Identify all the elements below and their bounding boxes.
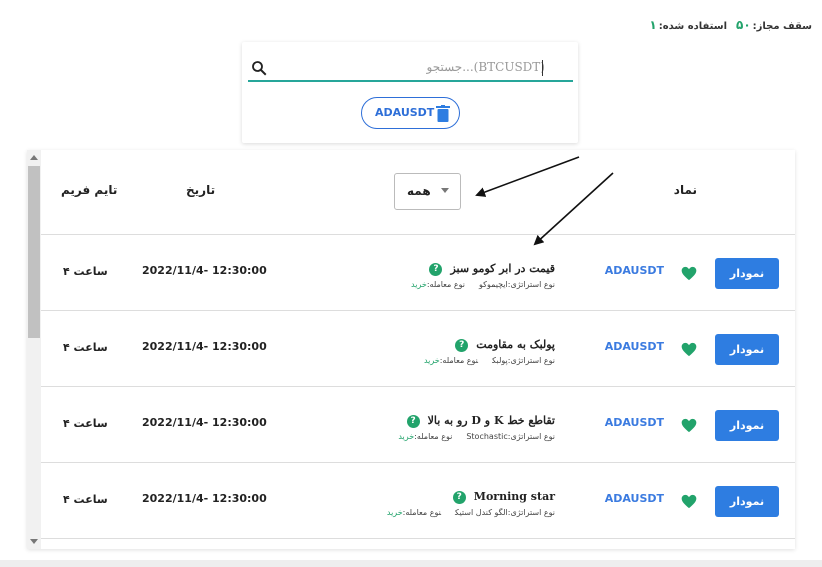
row-timeframe: ۴ ساعت bbox=[63, 265, 108, 278]
trade-type: خرید bbox=[386, 508, 403, 517]
row-timeframe: ۴ ساعت bbox=[63, 341, 108, 354]
quota-used-value: ۱ bbox=[649, 18, 657, 32]
signals-table-panel: تایم فریم تاریخ همه نماد ۴ ساعت 2022/11/… bbox=[27, 150, 795, 549]
selected-symbol-chip[interactable]: ADAUSDT bbox=[361, 97, 460, 129]
heart-icon[interactable] bbox=[681, 418, 697, 433]
trade-type-label: نوع معامله: bbox=[439, 356, 479, 365]
strategy-filter-select[interactable]: همه bbox=[394, 173, 461, 210]
row-symbol-link[interactable]: ADAUSDT bbox=[605, 264, 664, 277]
row-date: 2022/11/4- 12:30:00 bbox=[142, 416, 267, 429]
table-row: ۴ ساعت 2022/11/4- 12:30:00 پولبک به مقاو… bbox=[41, 311, 795, 387]
strategy-type: ایچیموکو bbox=[479, 280, 508, 289]
trade-type: خرید bbox=[398, 432, 415, 441]
usage-quota: سقف مجاز:۵۰ استفاده شده:۱ bbox=[647, 18, 812, 32]
strategy-type: Stochastic bbox=[466, 432, 508, 441]
strategy-title: تقاطع خط K و D رو به بالا bbox=[427, 414, 555, 427]
chart-button[interactable]: نمودار bbox=[715, 334, 779, 365]
help-icon[interactable]: ? bbox=[429, 263, 443, 276]
chart-button[interactable]: نمودار bbox=[715, 258, 779, 289]
trade-type-label: نوع معامله: bbox=[402, 508, 442, 517]
row-symbol-link[interactable]: ADAUSDT bbox=[605, 492, 664, 505]
trade-type: خرید bbox=[411, 280, 427, 289]
strategy-type-label: نوع استراتژی: bbox=[507, 508, 555, 517]
table-row: ۴ ساعت 2022/11/4- 12:30:00 Morning star?… bbox=[41, 463, 795, 539]
scroll-up-icon[interactable] bbox=[30, 155, 38, 160]
chip-label: ADAUSDT bbox=[375, 106, 435, 119]
row-strategy: قیمت در ابر کومو سبز? نوع استراتژی:ایچیم… bbox=[411, 257, 555, 289]
scrollbar-thumb[interactable] bbox=[28, 166, 40, 338]
help-icon[interactable]: ? bbox=[406, 415, 420, 428]
filter-selected-value: همه bbox=[407, 184, 431, 198]
heart-icon[interactable] bbox=[681, 266, 697, 281]
signals-table: تایم فریم تاریخ همه نماد ۴ ساعت 2022/11/… bbox=[41, 150, 795, 539]
row-strategy: تقاطع خط K و D رو به بالا? نوع استراتژی:… bbox=[398, 409, 555, 441]
strategy-title: قیمت در ابر کومو سبز bbox=[450, 262, 555, 275]
trash-icon[interactable] bbox=[436, 105, 450, 122]
row-strategy: Morning star? نوع استراتژی:الگو کندل است… bbox=[387, 485, 555, 517]
quota-limit-label: سقف مجاز: bbox=[752, 21, 812, 32]
row-symbol-link[interactable]: ADAUSDT bbox=[605, 340, 664, 353]
strategy-title: Morning star bbox=[473, 490, 555, 503]
row-timeframe: ۴ ساعت bbox=[63, 493, 108, 506]
strategy-title: پولبک به مقاومت bbox=[476, 338, 555, 351]
row-date: 2022/11/4- 12:30:00 bbox=[142, 492, 267, 505]
heart-icon[interactable] bbox=[681, 494, 697, 509]
vertical-scrollbar[interactable] bbox=[27, 150, 41, 549]
help-icon[interactable]: ? bbox=[455, 339, 469, 352]
strategy-type: الگو کندل استیک bbox=[455, 508, 508, 517]
chart-button[interactable]: نمودار bbox=[715, 410, 779, 441]
strategy-type: پولبک bbox=[492, 356, 508, 365]
header-symbol: نماد bbox=[673, 183, 697, 197]
scroll-down-icon[interactable] bbox=[30, 539, 38, 544]
row-symbol-link[interactable]: ADAUSDT bbox=[605, 416, 664, 429]
chart-button[interactable]: نمودار bbox=[715, 486, 779, 517]
trade-type-label: نوع معامله: bbox=[426, 280, 466, 289]
trade-type-label: نوع معامله: bbox=[414, 432, 453, 441]
strategy-type-label: نوع استراتژی: bbox=[507, 432, 555, 441]
table-row: ۴ ساعت 2022/11/4- 12:30:00 تقاطع خط K و … bbox=[41, 387, 795, 463]
strategy-type-label: نوع استراتژی: bbox=[507, 280, 555, 289]
quota-limit-value: ۵۰ bbox=[736, 18, 751, 32]
page-bottom-strip bbox=[0, 560, 822, 567]
quota-used-label: استفاده شده: bbox=[658, 21, 728, 32]
header-date: تاریخ bbox=[186, 183, 216, 197]
strategy-type-label: نوع استراتژی: bbox=[507, 356, 555, 365]
search-icon[interactable] bbox=[250, 59, 268, 77]
text-caret bbox=[542, 60, 543, 76]
row-timeframe: ۴ ساعت bbox=[63, 417, 108, 430]
table-header: تایم فریم تاریخ همه نماد bbox=[41, 150, 795, 235]
table-row: ۴ ساعت 2022/11/4- 12:30:00 قیمت در ابر ک… bbox=[41, 235, 795, 311]
trade-type: خرید bbox=[423, 356, 440, 365]
heart-icon[interactable] bbox=[681, 342, 697, 357]
search-placeholder: جستجو...(BTCUSDT) bbox=[426, 60, 545, 74]
symbol-search-card: جستجو...(BTCUSDT) ADAUSDT bbox=[242, 42, 578, 143]
search-input[interactable]: جستجو...(BTCUSDT) bbox=[248, 56, 573, 82]
row-strategy: پولبک به مقاومت? نوع استراتژی:پولبک نوع م… bbox=[424, 333, 555, 365]
caret-down-icon bbox=[441, 188, 449, 193]
header-timeframe: تایم فریم bbox=[61, 183, 118, 197]
row-date: 2022/11/4- 12:30:00 bbox=[142, 264, 267, 277]
row-date: 2022/11/4- 12:30:00 bbox=[142, 340, 267, 353]
help-icon[interactable]: ? bbox=[452, 491, 466, 504]
